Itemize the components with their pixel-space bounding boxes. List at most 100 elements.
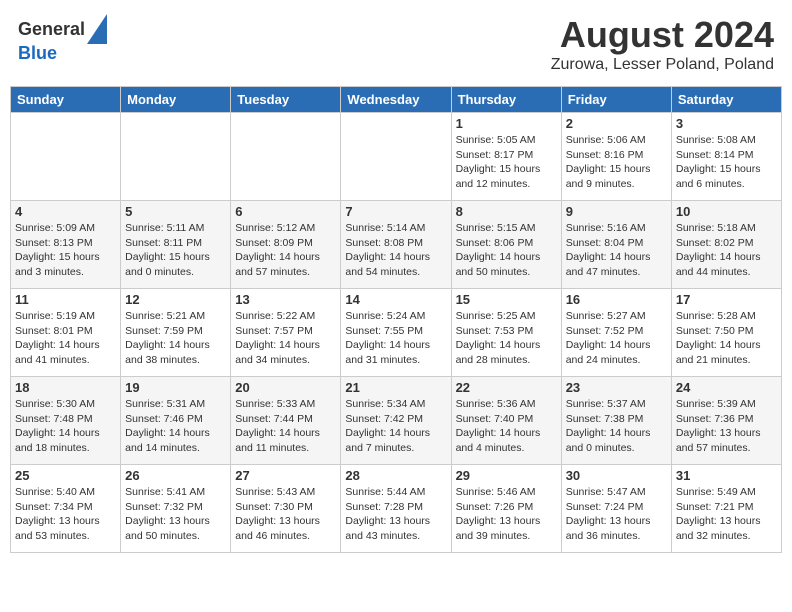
day-number: 26 [125, 468, 226, 483]
calendar-cell: 22 Sunrise: 5:36 AM Sunset: 7:40 PM Dayli… [451, 377, 561, 465]
calendar-week-row: 25 Sunrise: 5:40 AM Sunset: 7:34 PM Dayli… [11, 465, 782, 553]
day-info: Sunrise: 5:49 AM Sunset: 7:21 PM Dayligh… [676, 485, 777, 544]
calendar-cell [341, 113, 451, 201]
calendar-cell: 3 Sunrise: 5:08 AM Sunset: 8:14 PM Daylig… [671, 113, 781, 201]
calendar-cell: 4 Sunrise: 5:09 AM Sunset: 8:13 PM Daylig… [11, 201, 121, 289]
calendar-cell: 31Sunrise: 5:49 AM Sunset: 7:21 PM Dayli… [671, 465, 781, 553]
location-title: Zurowa, Lesser Poland, Poland [551, 56, 774, 74]
calendar-week-row: 4 Sunrise: 5:09 AM Sunset: 8:13 PM Daylig… [11, 201, 782, 289]
calendar-cell: 1 Sunrise: 5:05 AM Sunset: 8:17 PM Daylig… [451, 113, 561, 201]
day-number: 24 [676, 380, 777, 395]
calendar-day-header: Thursday [451, 87, 561, 113]
day-number: 23 [566, 380, 667, 395]
day-number: 27 [235, 468, 336, 483]
day-info: Sunrise: 5:46 AM Sunset: 7:26 PM Dayligh… [456, 485, 557, 544]
day-info: Sunrise: 5:21 AM Sunset: 7:59 PM Dayligh… [125, 309, 226, 368]
day-info: Sunrise: 5:16 AM Sunset: 8:04 PM Dayligh… [566, 221, 667, 280]
day-info: Sunrise: 5:22 AM Sunset: 7:57 PM Dayligh… [235, 309, 336, 368]
day-info: Sunrise: 5:06 AM Sunset: 8:16 PM Dayligh… [566, 133, 667, 192]
logo: General Blue [18, 14, 107, 62]
calendar-cell: 21 Sunrise: 5:34 AM Sunset: 7:42 PM Dayli… [341, 377, 451, 465]
calendar-cell: 2 Sunrise: 5:06 AM Sunset: 8:16 PM Daylig… [561, 113, 671, 201]
calendar-cell: 20Sunrise: 5:33 AM Sunset: 7:44 PM Dayli… [231, 377, 341, 465]
calendar-cell: 29Sunrise: 5:46 AM Sunset: 7:26 PM Dayli… [451, 465, 561, 553]
day-info: Sunrise: 5:28 AM Sunset: 7:50 PM Dayligh… [676, 309, 777, 368]
day-info: Sunrise: 5:31 AM Sunset: 7:46 PM Dayligh… [125, 397, 226, 456]
title-area: August 2024 Zurowa, Lesser Poland, Polan… [551, 14, 774, 74]
day-number: 6 [235, 204, 336, 219]
day-number: 5 [125, 204, 226, 219]
calendar-day-header: Saturday [671, 87, 781, 113]
calendar-day-header: Sunday [11, 87, 121, 113]
day-info: Sunrise: 5:12 AM Sunset: 8:09 PM Dayligh… [235, 221, 336, 280]
day-info: Sunrise: 5:36 AM Sunset: 7:40 PM Dayligh… [456, 397, 557, 456]
calendar-cell [121, 113, 231, 201]
calendar-cell: 24 Sunrise: 5:39 AM Sunset: 7:36 PM Dayli… [671, 377, 781, 465]
day-info: Sunrise: 5:19 AM Sunset: 8:01 PM Dayligh… [15, 309, 116, 368]
day-number: 15 [456, 292, 557, 307]
day-number: 11 [15, 292, 116, 307]
day-info: Sunrise: 5:47 AM Sunset: 7:24 PM Dayligh… [566, 485, 667, 544]
calendar-cell: 17 Sunrise: 5:28 AM Sunset: 7:50 PM Dayli… [671, 289, 781, 377]
day-number: 22 [456, 380, 557, 395]
calendar-cell: 14Sunrise: 5:24 AM Sunset: 7:55 PM Dayli… [341, 289, 451, 377]
calendar-week-row: 1 Sunrise: 5:05 AM Sunset: 8:17 PM Daylig… [11, 113, 782, 201]
calendar-cell: 12 Sunrise: 5:21 AM Sunset: 7:59 PM Dayli… [121, 289, 231, 377]
day-number: 3 [676, 116, 777, 131]
calendar-cell: 26 Sunrise: 5:41 AM Sunset: 7:32 PM Dayli… [121, 465, 231, 553]
month-title: August 2024 [551, 14, 774, 56]
day-info: Sunrise: 5:08 AM Sunset: 8:14 PM Dayligh… [676, 133, 777, 192]
header: General Blue August 2024 Zurowa, Lesser … [10, 10, 782, 78]
day-number: 16 [566, 292, 667, 307]
day-info: Sunrise: 5:25 AM Sunset: 7:53 PM Dayligh… [456, 309, 557, 368]
day-number: 2 [566, 116, 667, 131]
calendar-cell: 13 Sunrise: 5:22 AM Sunset: 7:57 PM Dayli… [231, 289, 341, 377]
day-info: Sunrise: 5:34 AM Sunset: 7:42 PM Dayligh… [345, 397, 446, 456]
day-number: 17 [676, 292, 777, 307]
calendar-cell: 5 Sunrise: 5:11 AM Sunset: 8:11 PM Daylig… [121, 201, 231, 289]
day-number: 13 [235, 292, 336, 307]
day-number: 10 [676, 204, 777, 219]
day-number: 1 [456, 116, 557, 131]
day-number: 20 [235, 380, 336, 395]
calendar-cell: 9Sunrise: 5:16 AM Sunset: 8:04 PM Daylig… [561, 201, 671, 289]
calendar-cell: 7Sunrise: 5:14 AM Sunset: 8:08 PM Daylig… [341, 201, 451, 289]
day-info: Sunrise: 5:27 AM Sunset: 7:52 PM Dayligh… [566, 309, 667, 368]
calendar-week-row: 11 Sunrise: 5:19 AM Sunset: 8:01 PM Dayli… [11, 289, 782, 377]
day-info: Sunrise: 5:09 AM Sunset: 8:13 PM Dayligh… [15, 221, 116, 280]
day-info: Sunrise: 5:37 AM Sunset: 7:38 PM Dayligh… [566, 397, 667, 456]
day-number: 21 [345, 380, 446, 395]
calendar-cell: 8Sunrise: 5:15 AM Sunset: 8:06 PM Daylig… [451, 201, 561, 289]
calendar-cell: 6 Sunrise: 5:12 AM Sunset: 8:09 PM Daylig… [231, 201, 341, 289]
day-info: Sunrise: 5:41 AM Sunset: 7:32 PM Dayligh… [125, 485, 226, 544]
calendar-cell: 11 Sunrise: 5:19 AM Sunset: 8:01 PM Dayli… [11, 289, 121, 377]
calendar-cell: 18 Sunrise: 5:30 AM Sunset: 7:48 PM Dayli… [11, 377, 121, 465]
day-number: 14 [345, 292, 446, 307]
day-number: 4 [15, 204, 116, 219]
day-info: Sunrise: 5:18 AM Sunset: 8:02 PM Dayligh… [676, 221, 777, 280]
day-info: Sunrise: 5:30 AM Sunset: 7:48 PM Dayligh… [15, 397, 116, 456]
logo-blue-text: Blue [18, 44, 107, 62]
day-info: Sunrise: 5:39 AM Sunset: 7:36 PM Dayligh… [676, 397, 777, 456]
calendar-day-header: Friday [561, 87, 671, 113]
day-number: 12 [125, 292, 226, 307]
day-number: 25 [15, 468, 116, 483]
calendar-cell: 23 Sunrise: 5:37 AM Sunset: 7:38 PM Dayli… [561, 377, 671, 465]
logo-general-text: General [18, 20, 85, 38]
day-number: 7 [345, 204, 446, 219]
day-info: Sunrise: 5:40 AM Sunset: 7:34 PM Dayligh… [15, 485, 116, 544]
calendar-cell: 16 Sunrise: 5:27 AM Sunset: 7:52 PM Dayli… [561, 289, 671, 377]
day-info: Sunrise: 5:05 AM Sunset: 8:17 PM Dayligh… [456, 133, 557, 192]
calendar-table: SundayMondayTuesdayWednesdayThursdayFrid… [10, 86, 782, 553]
calendar-day-header: Wednesday [341, 87, 451, 113]
day-number: 30 [566, 468, 667, 483]
calendar-cell: 10 Sunrise: 5:18 AM Sunset: 8:02 PM Dayli… [671, 201, 781, 289]
day-info: Sunrise: 5:43 AM Sunset: 7:30 PM Dayligh… [235, 485, 336, 544]
calendar-day-header: Monday [121, 87, 231, 113]
day-number: 18 [15, 380, 116, 395]
logo-triangle-icon [87, 14, 107, 44]
day-info: Sunrise: 5:11 AM Sunset: 8:11 PM Dayligh… [125, 221, 226, 280]
day-number: 19 [125, 380, 226, 395]
calendar-cell: 30 Sunrise: 5:47 AM Sunset: 7:24 PM Dayli… [561, 465, 671, 553]
calendar-cell: 28Sunrise: 5:44 AM Sunset: 7:28 PM Dayli… [341, 465, 451, 553]
